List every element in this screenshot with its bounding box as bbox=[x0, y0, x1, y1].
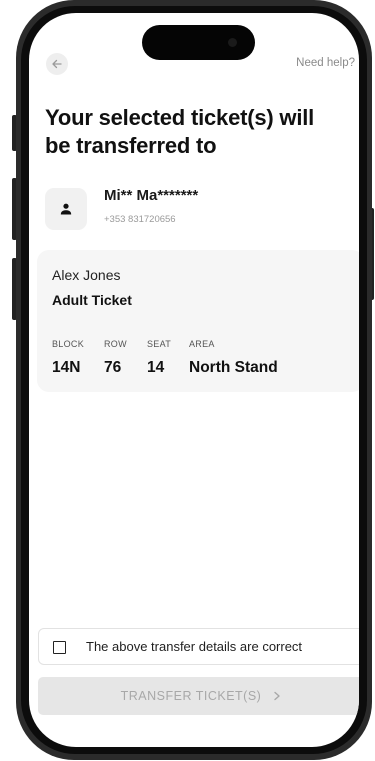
device-mockup: Need help? Your selected ticket(s) will … bbox=[0, 0, 375, 761]
page-title: Your selected ticket(s) will be transfer… bbox=[45, 105, 315, 158]
seat-field: SEAT 14 bbox=[147, 339, 171, 377]
area-value: North Stand bbox=[189, 359, 278, 376]
ticket-type: Adult Ticket bbox=[52, 292, 132, 308]
transfer-tickets-button[interactable]: TRANSFER TICKET(S) bbox=[38, 677, 359, 715]
seat-value: 14 bbox=[147, 359, 165, 376]
confirm-details-row[interactable]: The above transfer details are correct bbox=[38, 628, 359, 665]
user-icon bbox=[60, 203, 72, 215]
row-label: ROW bbox=[104, 339, 127, 349]
ticket-card: Alex Jones Adult Ticket BLOCK 14N ROW 76… bbox=[37, 250, 359, 392]
seat-label: SEAT bbox=[147, 339, 172, 349]
dynamic-island bbox=[142, 25, 255, 60]
row-field: ROW 76 bbox=[104, 339, 127, 377]
ticket-holder-name: Alex Jones bbox=[52, 267, 121, 283]
area-field: AREA North Stand bbox=[189, 339, 278, 377]
block-value: 14N bbox=[52, 359, 81, 376]
recipient-phone: +353 831720656 bbox=[104, 214, 176, 225]
block-field: BLOCK 14N bbox=[52, 339, 84, 377]
arrow-left-icon bbox=[52, 59, 62, 69]
camera-lens bbox=[228, 38, 237, 47]
confirm-label[interactable]: The above transfer details are correct bbox=[86, 639, 302, 654]
row-value: 76 bbox=[104, 359, 122, 376]
phone-screen: Need help? Your selected ticket(s) will … bbox=[29, 13, 359, 747]
back-button[interactable] bbox=[46, 53, 68, 75]
area-label: AREA bbox=[189, 339, 215, 349]
recipient-avatar bbox=[45, 188, 87, 230]
transfer-button-label: TRANSFER TICKET(S) bbox=[120, 689, 262, 703]
confirm-checkbox[interactable] bbox=[53, 641, 66, 654]
need-help-link[interactable]: Need help? bbox=[296, 57, 355, 69]
block-label: BLOCK bbox=[52, 339, 85, 349]
recipient-name: Mi** Ma******* bbox=[104, 187, 199, 204]
chevron-right-icon bbox=[274, 691, 281, 701]
